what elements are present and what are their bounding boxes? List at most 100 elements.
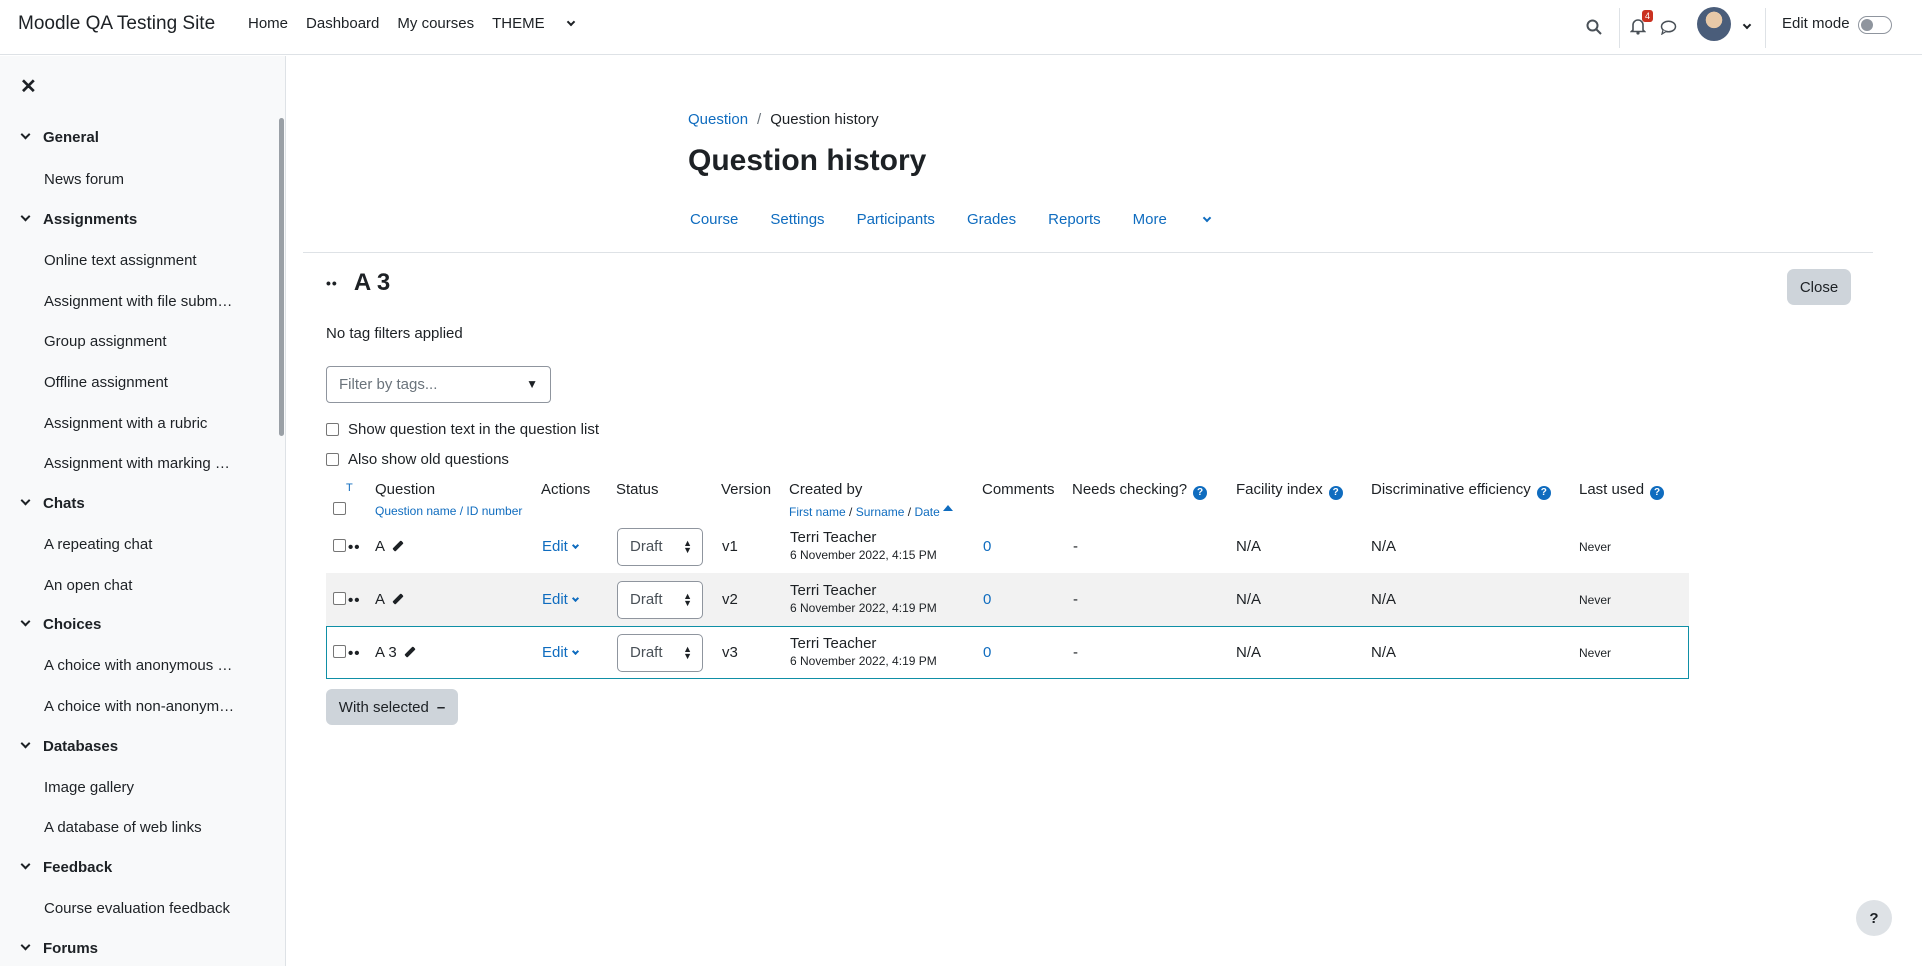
drawer-item[interactable]: News forum xyxy=(44,171,239,188)
tab-participants[interactable]: Participants xyxy=(857,211,935,228)
row-checkbox[interactable] xyxy=(333,645,346,658)
drawer-scrollbar[interactable] xyxy=(279,118,284,436)
user-menu-chevron-icon[interactable] xyxy=(1742,20,1752,30)
discriminative-efficiency: N/A xyxy=(1371,591,1397,608)
created-date: 6 November 2022, 4:19 PM xyxy=(790,654,937,668)
sort-surname[interactable]: Surname xyxy=(856,505,905,519)
help-icon[interactable]: ? xyxy=(1328,486,1343,500)
tab-course[interactable]: Course xyxy=(690,211,738,228)
drawer-item[interactable]: Image gallery xyxy=(44,779,239,796)
edit-mode-toggle[interactable] xyxy=(1858,16,1892,34)
nav-my-courses[interactable]: My courses xyxy=(397,15,474,32)
tag-filter-input[interactable]: Filter by tags... ▼ xyxy=(326,366,551,403)
section-feedback[interactable]: Feedback xyxy=(20,859,112,876)
tab-settings[interactable]: Settings xyxy=(770,211,824,228)
tab-more-label: More xyxy=(1132,211,1167,228)
page-title: Question history xyxy=(688,144,927,177)
show-old-questions-checkbox[interactable] xyxy=(326,453,339,466)
show-old-questions-option: Also show old questions xyxy=(326,451,509,468)
nav-home[interactable]: Home xyxy=(248,15,288,32)
search-icon[interactable] xyxy=(1584,17,1604,37)
drawer-item[interactable]: Offline assignment xyxy=(44,374,239,391)
sort-ascending-icon xyxy=(942,505,953,511)
help-icon[interactable]: ? xyxy=(1193,486,1208,500)
section-forums[interactable]: Forums xyxy=(20,940,98,957)
help-icon[interactable]: ? xyxy=(1536,486,1551,500)
chevron-down-icon xyxy=(20,129,31,140)
drawer-item[interactable]: An open chat xyxy=(44,577,239,594)
drawer-item[interactable]: Group assignment xyxy=(44,333,239,350)
chevron-down-icon xyxy=(571,541,579,550)
sort-first-name[interactable]: First name xyxy=(789,505,846,519)
section-general[interactable]: General xyxy=(20,129,99,146)
show-question-text-checkbox[interactable] xyxy=(326,423,339,436)
question-type-icon: •• xyxy=(348,645,361,662)
help-icon[interactable]: ? xyxy=(1650,486,1665,500)
nav-theme[interactable]: THEME xyxy=(492,15,575,32)
comments-link[interactable]: 0 xyxy=(983,591,991,608)
drawer-item[interactable]: Assignment with a rubric xyxy=(44,415,239,432)
tag-filter-status: No tag filters applied xyxy=(326,325,463,342)
show-question-text-label[interactable]: Show question text in the question list xyxy=(348,421,599,438)
drawer-item[interactable]: A repeating chat xyxy=(44,536,239,553)
edit-menu[interactable]: Edit xyxy=(542,591,579,608)
site-name[interactable]: Moodle QA Testing Site xyxy=(18,13,215,35)
header-facility-label: Facility index xyxy=(1236,481,1323,498)
drawer-item[interactable]: Assignment with marking … xyxy=(44,455,239,472)
section-assignments[interactable]: Assignments xyxy=(20,211,137,228)
section-choices[interactable]: Choices xyxy=(20,616,101,633)
status-select[interactable]: Draft ▲ ▼ xyxy=(617,634,703,672)
page-help-button[interactable]: ? xyxy=(1856,900,1892,936)
tab-more[interactable]: More xyxy=(1132,211,1212,228)
chevron-down-icon xyxy=(571,594,579,603)
pencil-icon[interactable] xyxy=(404,646,416,658)
breadcrumb-question-link[interactable]: Question xyxy=(688,111,748,128)
drawer-item[interactable]: A choice with anonymous … xyxy=(44,657,239,674)
drawer-item[interactable]: A choice with non-anonym… xyxy=(44,698,239,715)
drawer-item[interactable]: Course evaluation feedback xyxy=(44,900,239,917)
user-avatar[interactable] xyxy=(1697,7,1731,41)
edit-menu[interactable]: Edit xyxy=(542,538,579,555)
tab-reports[interactable]: Reports xyxy=(1048,211,1101,228)
pencil-icon[interactable] xyxy=(392,593,404,605)
pencil-icon[interactable] xyxy=(392,540,404,552)
row-checkbox[interactable] xyxy=(333,592,346,605)
caret-down-icon[interactable]: ▼ xyxy=(526,377,538,391)
needs-checking: - xyxy=(1073,591,1078,608)
with-selected-button[interactable]: With selected – xyxy=(326,689,458,725)
drawer-item[interactable]: Online text assignment xyxy=(44,252,239,269)
minus-icon: – xyxy=(436,698,446,716)
chevron-down-icon xyxy=(1202,213,1212,223)
created-date: 6 November 2022, 4:15 PM xyxy=(790,548,937,562)
facility-index: N/A xyxy=(1236,591,1262,608)
select-all-checkbox[interactable] xyxy=(333,502,346,515)
discriminative-efficiency: N/A xyxy=(1371,538,1397,555)
show-old-questions-label[interactable]: Also show old questions xyxy=(348,451,509,468)
type-sort-link[interactable]: T xyxy=(346,482,353,494)
header-last-used: Last used? xyxy=(1579,481,1665,500)
edit-menu-label: Edit xyxy=(542,591,568,608)
question-name: A xyxy=(375,591,404,608)
nav-dashboard[interactable]: Dashboard xyxy=(306,15,379,32)
status-select[interactable]: Draft ▲ ▼ xyxy=(617,528,703,566)
status-select[interactable]: Draft ▲ ▼ xyxy=(617,581,703,619)
section-databases[interactable]: Databases xyxy=(20,738,118,755)
header-question-sort[interactable]: Question name / ID number xyxy=(375,504,522,518)
chevron-down-icon xyxy=(20,738,31,749)
tab-grades[interactable]: Grades xyxy=(967,211,1016,228)
section-chats[interactable]: Chats xyxy=(20,495,85,512)
close-button[interactable]: Close xyxy=(1787,269,1851,305)
comments-link[interactable]: 0 xyxy=(983,538,991,555)
drawer-item[interactable]: A database of web links xyxy=(44,819,239,836)
secondary-nav: Course Settings Participants Grades Repo… xyxy=(690,211,1242,228)
navbar-divider xyxy=(1619,8,1620,48)
header-created-by-sort: First name / Surname / Date xyxy=(789,505,953,519)
edit-menu[interactable]: Edit xyxy=(542,644,579,661)
sort-date[interactable]: Date xyxy=(914,505,939,519)
row-checkbox[interactable] xyxy=(333,539,346,552)
close-drawer-icon[interactable]: ✕ xyxy=(20,74,37,99)
drawer-item[interactable]: Assignment with file subm… xyxy=(44,293,239,310)
comments-link[interactable]: 0 xyxy=(983,644,991,661)
chat-bubble-icon[interactable] xyxy=(1658,17,1678,37)
author: Terri Teacher xyxy=(790,582,877,599)
